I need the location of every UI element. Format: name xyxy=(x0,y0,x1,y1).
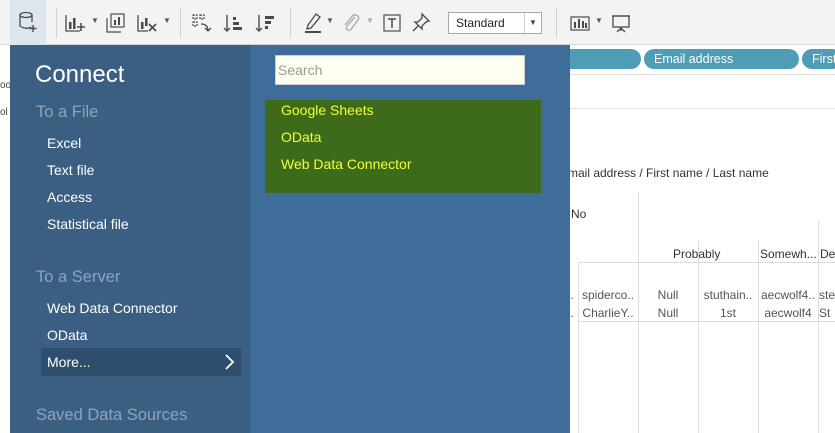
toolbar-separator xyxy=(290,8,291,38)
table-cell: spiderco.. xyxy=(581,288,635,302)
section-heading-saved-data-sources: Saved Data Sources xyxy=(36,406,188,424)
table-cell: ste xyxy=(819,288,835,302)
result-google-sheets[interactable]: Google Sheets xyxy=(281,102,374,118)
group-members-button[interactable] xyxy=(340,12,362,34)
chevron-down-icon[interactable]: ▼ xyxy=(91,16,99,26)
rows-shelf: Email address First xyxy=(550,45,835,75)
table-cell: Null xyxy=(657,306,679,320)
connector-search-results: Google Sheets OData Web Data Connector xyxy=(265,100,541,193)
bar-chart-icon xyxy=(570,16,590,31)
pill-label: First xyxy=(812,52,835,66)
sort-descending-icon xyxy=(255,15,274,32)
section-heading-to-a-server: To a Server xyxy=(36,268,121,286)
shelf-pill-email-address[interactable]: Email address xyxy=(644,49,799,69)
connector-odata[interactable]: OData xyxy=(47,327,87,343)
toolbar-separator xyxy=(556,8,557,38)
connect-panel: Connect To a File Excel Text file Access… xyxy=(10,45,570,433)
result-web-data-connector[interactable]: Web Data Connector xyxy=(281,156,411,172)
connector-excel[interactable]: Excel xyxy=(47,135,81,151)
shelf-pill-first-name[interactable]: First xyxy=(802,49,835,69)
column-header-somewhat: Somewh... xyxy=(760,247,817,261)
connector-statistical-file[interactable]: Statistical file xyxy=(47,216,129,232)
row-header-no: No xyxy=(571,207,587,221)
table-cell: CharlieY.. xyxy=(582,306,634,320)
table-cell: stuthain.. xyxy=(703,288,753,302)
worksheet-view: mail address / First name / Last name No… xyxy=(568,110,835,433)
presentation-icon xyxy=(612,15,630,33)
show-me-button[interactable] xyxy=(569,12,591,34)
duplicate-sheet-button[interactable] xyxy=(105,12,127,34)
text-box-icon xyxy=(383,14,401,32)
table-cell: aecwolf4.. xyxy=(760,288,816,302)
connector-access[interactable]: Access xyxy=(47,189,92,205)
swap-icon xyxy=(192,14,212,32)
chevron-down-icon[interactable]: ▼ xyxy=(326,16,334,26)
connector-text-file[interactable]: Text file xyxy=(47,162,94,178)
new-chart-icon xyxy=(65,15,85,32)
column-header-probably: Probably xyxy=(673,247,721,261)
column-header-de: De xyxy=(820,247,835,261)
presentation-mode-button[interactable] xyxy=(610,12,632,34)
sort-ascending-icon xyxy=(223,15,242,32)
connector-web-data-connector[interactable]: Web Data Connector xyxy=(47,300,177,316)
chevron-down-icon: ▼ xyxy=(524,13,541,33)
database-add-icon xyxy=(19,11,37,32)
connector-more[interactable]: More... xyxy=(41,348,241,376)
connector-search-pane: Google Sheets OData Web Data Connector xyxy=(250,45,570,433)
table-cell: St xyxy=(819,306,831,320)
filter-bar xyxy=(570,77,835,109)
toolbar: ▼ ▼ ▼ ▼ Standard ▼ ▼ xyxy=(0,0,835,45)
toolbar-separator xyxy=(56,8,57,38)
pill-label: Email address xyxy=(654,52,734,66)
tableau-window: ▼ ▼ ▼ ▼ Standard ▼ ▼ oo ol Email address… xyxy=(0,0,835,433)
table-cell: aecwolf4 xyxy=(764,306,812,320)
new-data-source-button[interactable] xyxy=(10,0,46,45)
chevron-right-icon xyxy=(225,354,235,370)
sort-descending-button[interactable] xyxy=(254,12,276,34)
header-path: mail address / First name / Last name xyxy=(568,166,769,180)
data-pane-edge: oo ol xyxy=(0,45,11,433)
sort-ascending-button[interactable] xyxy=(222,12,244,34)
duplicate-chart-icon xyxy=(106,13,125,33)
table-cell: Null xyxy=(657,288,679,302)
truncated-text: ol xyxy=(0,107,8,118)
table-cell: 1st xyxy=(719,306,736,320)
connect-sidebar: Connect To a File Excel Text file Access… xyxy=(10,45,250,433)
clear-sheet-button[interactable] xyxy=(136,12,158,34)
new-worksheet-button[interactable] xyxy=(64,12,86,34)
show-mark-labels-button[interactable] xyxy=(381,12,403,34)
toolbar-separator xyxy=(180,8,181,38)
clear-chart-icon xyxy=(137,15,157,32)
result-odata[interactable]: OData xyxy=(281,129,321,145)
highlight-button[interactable] xyxy=(302,12,324,34)
paperclip-icon xyxy=(344,14,360,31)
pin-icon xyxy=(412,12,431,32)
chevron-down-icon[interactable]: ▼ xyxy=(366,16,374,26)
connect-title: Connect xyxy=(35,61,125,88)
section-heading-to-a-file: To a File xyxy=(36,103,99,121)
chevron-down-icon[interactable]: ▼ xyxy=(163,16,171,26)
chevron-down-icon[interactable]: ▼ xyxy=(595,16,603,26)
fit-dropdown-value: Standard xyxy=(456,16,505,30)
swap-rows-columns-button[interactable] xyxy=(190,12,212,34)
fit-dropdown[interactable]: Standard ▼ xyxy=(448,12,542,34)
fix-axes-button[interactable] xyxy=(410,12,432,34)
connector-search-input[interactable] xyxy=(275,55,525,85)
more-label: More... xyxy=(47,354,91,370)
highlighter-icon xyxy=(305,13,321,33)
